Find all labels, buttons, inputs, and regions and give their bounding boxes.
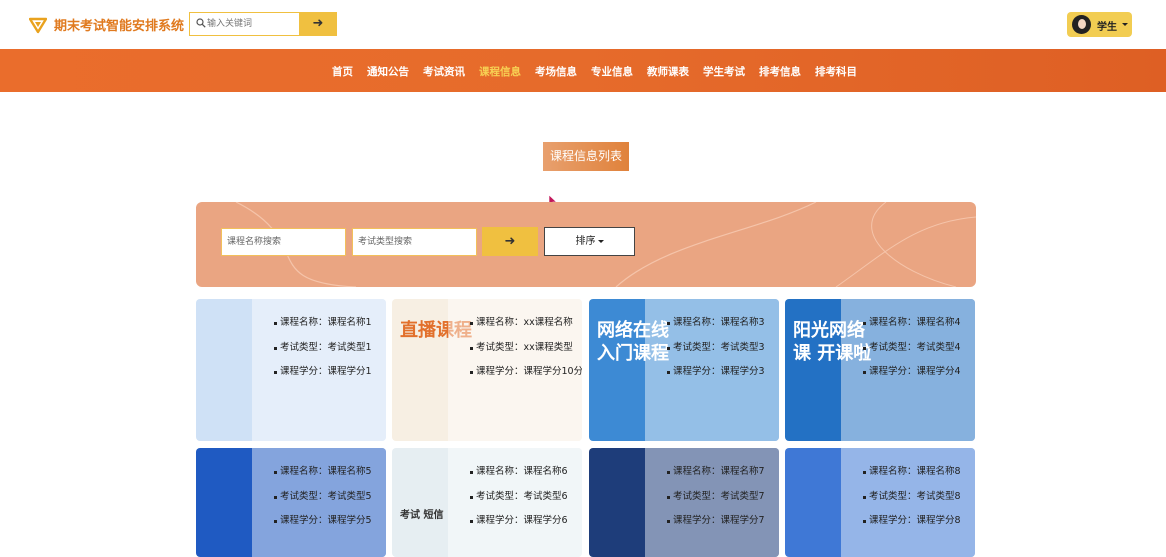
nav-item[interactable]: 考场信息 (535, 64, 577, 79)
main-nav: 首页 通知公告 考试资讯 课程信息 考场信息 专业信息 教师课表 学生考试 排考信息 排考科目 (0, 49, 1166, 92)
course-card[interactable]: 课程名称：课程名称8 考试类型：考试类型8 课程学分：课程学分8 (785, 448, 975, 557)
header-search-input[interactable] (207, 15, 297, 33)
header-search-box[interactable] (189, 12, 300, 36)
course-card[interactable]: 课程名称：课程名称7 考试类型：考试类型7 课程学分：课程学分7 (589, 448, 779, 557)
avatar (1072, 15, 1091, 34)
course-name: 课程名称：课程名称3 (667, 311, 779, 336)
course-info: 课程名称：课程名称8 考试类型：考试类型8 课程学分：课程学分8 (863, 460, 975, 534)
course-credit: 课程学分：课程学分7 (667, 509, 779, 534)
exam-type-search-input[interactable]: 考试类型搜索 (352, 228, 477, 256)
course-type: 考试类型：考试类型4 (863, 336, 975, 361)
course-info: 课程名称：课程名称7 考试类型：考试类型7 课程学分：课程学分7 (667, 460, 779, 534)
course-name: 课程名称：课程名称1 (274, 311, 386, 336)
course-info: 课程名称：课程名称3 考试类型：考试类型3 课程学分：课程学分3 (667, 311, 779, 385)
brand-title: 期末考试智能安排系统 (54, 19, 185, 34)
course-type: 考试类型：xx课程类型 (470, 336, 582, 361)
chevron-down-icon (1122, 23, 1128, 26)
course-card[interactable]: 课程名称：课程名称5 考试类型：考试类型5 课程学分：课程学分5 (196, 448, 386, 557)
page-title: 课程信息列表 (543, 142, 629, 171)
course-type: 考试类型：考试类型5 (274, 485, 386, 510)
sort-dropdown[interactable]: 排序 (544, 227, 635, 256)
course-name: 课程名称：课程名称4 (863, 311, 975, 336)
course-name: 课程名称：课程名称8 (863, 460, 975, 485)
nav-item[interactable]: 首页 (332, 64, 353, 79)
course-info: 课程名称：课程名称6 考试类型：考试类型6 课程学分：课程学分6 (470, 460, 582, 534)
course-credit: 课程学分：课程学分6 (470, 509, 582, 534)
sort-label: 排序 (575, 236, 596, 247)
nav-item[interactable]: 考试资讯 (423, 64, 465, 79)
nav-item[interactable]: 教师课表 (647, 64, 689, 79)
course-card[interactable]: 网络在线 入门课程 课程名称：课程名称3 考试类型：考试类型3 课程学分：课程学分3 (589, 299, 779, 441)
course-card[interactable]: 阳光网络课 开课啦 课程名称：课程名称4 考试类型：考试类型4 课程学分：课程学分4 (785, 299, 975, 441)
course-info: 课程名称：课程名称4 考试类型：考试类型4 课程学分：课程学分4 (863, 311, 975, 385)
course-credit: 课程学分：课程学分4 (863, 360, 975, 385)
course-info: 课程名称：课程名称1 考试类型：考试类型1 课程学分：课程学分1 (274, 311, 386, 385)
course-type: 考试类型：考试类型8 (863, 485, 975, 510)
course-credit: 课程学分：课程学分5 (274, 509, 386, 534)
course-name-search-input[interactable]: 课程名称搜索 (221, 228, 346, 256)
filter-search-button[interactable]: ➜ (482, 227, 538, 256)
user-menu-button[interactable]: 学生 (1067, 12, 1132, 37)
course-info: 课程名称：课程名称5 考试类型：考试类型5 课程学分：课程学分5 (274, 460, 386, 534)
course-credit: 课程学分：课程学分1 (274, 360, 386, 385)
course-type: 考试类型：考试类型7 (667, 485, 779, 510)
course-card[interactable]: 直播课程 课程名称：xx课程名称 考试类型：xx课程类型 课程学分：课程学分10分 (392, 299, 582, 441)
course-card[interactable]: 考试 短信 课程名称：课程名称6 考试类型：考试类型6 课程学分：课程学分6 (392, 448, 582, 557)
course-name: 课程名称：xx课程名称 (470, 311, 582, 336)
nav-item[interactable]: 排考信息 (759, 64, 801, 79)
search-icon (196, 18, 206, 28)
nav-item[interactable]: 排考科目 (815, 64, 857, 79)
course-type: 考试类型：考试类型1 (274, 336, 386, 361)
top-header: 期末考试智能安排系统 ➜ 学生 (0, 0, 1166, 49)
nav-item[interactable]: 课程信息 (479, 64, 521, 79)
nav-item[interactable]: 专业信息 (591, 64, 633, 79)
course-type: 考试类型：考试类型6 (470, 485, 582, 510)
course-info: 课程名称：xx课程名称 考试类型：xx课程类型 课程学分：课程学分10分 (470, 311, 582, 385)
course-credit: 课程学分：课程学分10分 (470, 360, 582, 385)
chevron-down-icon (597, 239, 604, 243)
user-role-label: 学生 (1097, 22, 1117, 33)
course-card[interactable]: 课程名称：课程名称1 考试类型：考试类型1 课程学分：课程学分1 (196, 299, 386, 441)
course-type: 考试类型：考试类型3 (667, 336, 779, 361)
header-search-button[interactable]: ➜ (299, 12, 337, 36)
search-filter-panel: 课程名称搜索 考试类型搜索 ➜ 排序 (196, 202, 976, 287)
course-credit: 课程学分：课程学分8 (863, 509, 975, 534)
logo-icon (29, 17, 47, 34)
course-name: 课程名称：课程名称7 (667, 460, 779, 485)
course-name: 课程名称：课程名称6 (470, 460, 582, 485)
course-name: 课程名称：课程名称5 (274, 460, 386, 485)
nav-item[interactable]: 通知公告 (367, 64, 409, 79)
course-credit: 课程学分：课程学分3 (667, 360, 779, 385)
nav-item[interactable]: 学生考试 (703, 64, 745, 79)
